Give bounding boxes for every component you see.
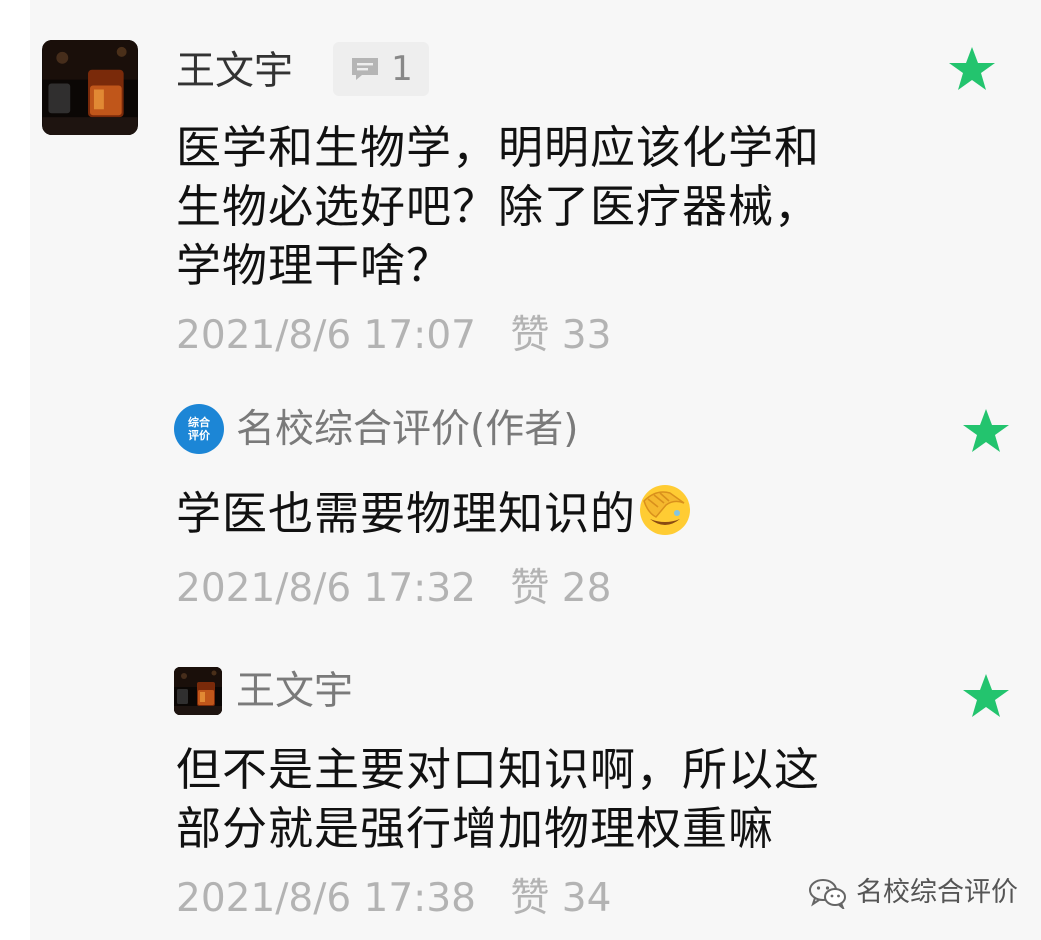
reply-user-avatar[interactable] bbox=[174, 667, 222, 715]
reply-timestamp: 2021/8/6 17:32 bbox=[176, 566, 476, 611]
star-icon bbox=[963, 409, 1009, 452]
like-count[interactable]: 赞 33 bbox=[510, 313, 611, 358]
like-count[interactable]: 赞 28 bbox=[510, 566, 611, 611]
featured-star-icon[interactable] bbox=[948, 46, 996, 92]
reply-body: 学医也需要物理知识的 bbox=[176, 483, 692, 543]
comment-author-name[interactable]: 王文宇 bbox=[176, 48, 293, 96]
comment-line: 学物理干啥？ bbox=[176, 239, 453, 292]
reply-line: 但不是主要对口知识啊，所以这 bbox=[176, 743, 821, 796]
reply-author-name[interactable]: 名校综合评价(作者) bbox=[236, 406, 578, 454]
reply-meta: 2021/8/6 17:32 赞 28 bbox=[176, 565, 611, 613]
comment-body: 医学和生物学，明明应该化学和 生物必选好吧？除了医疗器械， 学物理干啥？ bbox=[176, 118, 876, 295]
featured-star-icon[interactable] bbox=[962, 408, 1010, 454]
wechat-icon bbox=[809, 879, 846, 909]
whiskey-glass-photo bbox=[174, 667, 222, 715]
reply-line: 部分就是强行增加物理权重嘛 bbox=[176, 802, 775, 855]
comment-line: 生物必选好吧？除了医疗器械， bbox=[176, 180, 821, 233]
star-icon bbox=[949, 47, 995, 90]
reply-timestamp: 2021/8/6 17:38 bbox=[176, 876, 476, 921]
face-with-hand-over-eyes-icon bbox=[640, 485, 691, 535]
reply-meta: 2021/8/6 17:38 赞 34 bbox=[176, 875, 611, 923]
featured-star-icon[interactable] bbox=[962, 673, 1010, 719]
watermark: 名校综合评价 bbox=[808, 876, 1018, 910]
user-avatar[interactable] bbox=[42, 40, 138, 135]
like-count[interactable]: 赞 34 bbox=[510, 876, 611, 921]
reply-body: 但不是主要对口知识啊，所以这 部分就是强行增加物理权重嘛 bbox=[176, 740, 820, 858]
whiskey-glass-photo bbox=[42, 40, 138, 135]
comment-bubble-icon bbox=[352, 58, 379, 80]
logo-text-line: 评价 bbox=[188, 429, 210, 442]
star-icon bbox=[963, 674, 1009, 717]
logo-text-line: 综合 bbox=[188, 416, 210, 429]
watermark-label: 名校综合评价 bbox=[856, 877, 1018, 908]
comment-line: 医学和生物学，明明应该化学和 bbox=[176, 121, 821, 174]
reply-author-name[interactable]: 王文宇 bbox=[236, 668, 353, 716]
author-logo-avatar[interactable]: 综合 评价 bbox=[174, 404, 224, 454]
reply-text: 学医也需要物理知识的 bbox=[176, 487, 637, 540]
comment-timestamp: 2021/8/6 17:07 bbox=[176, 313, 476, 358]
comment-meta: 2021/8/6 17:07 赞 33 bbox=[176, 312, 611, 360]
reply-count-value: 1 bbox=[391, 49, 413, 89]
reply-count-badge[interactable]: 1 bbox=[333, 42, 429, 96]
